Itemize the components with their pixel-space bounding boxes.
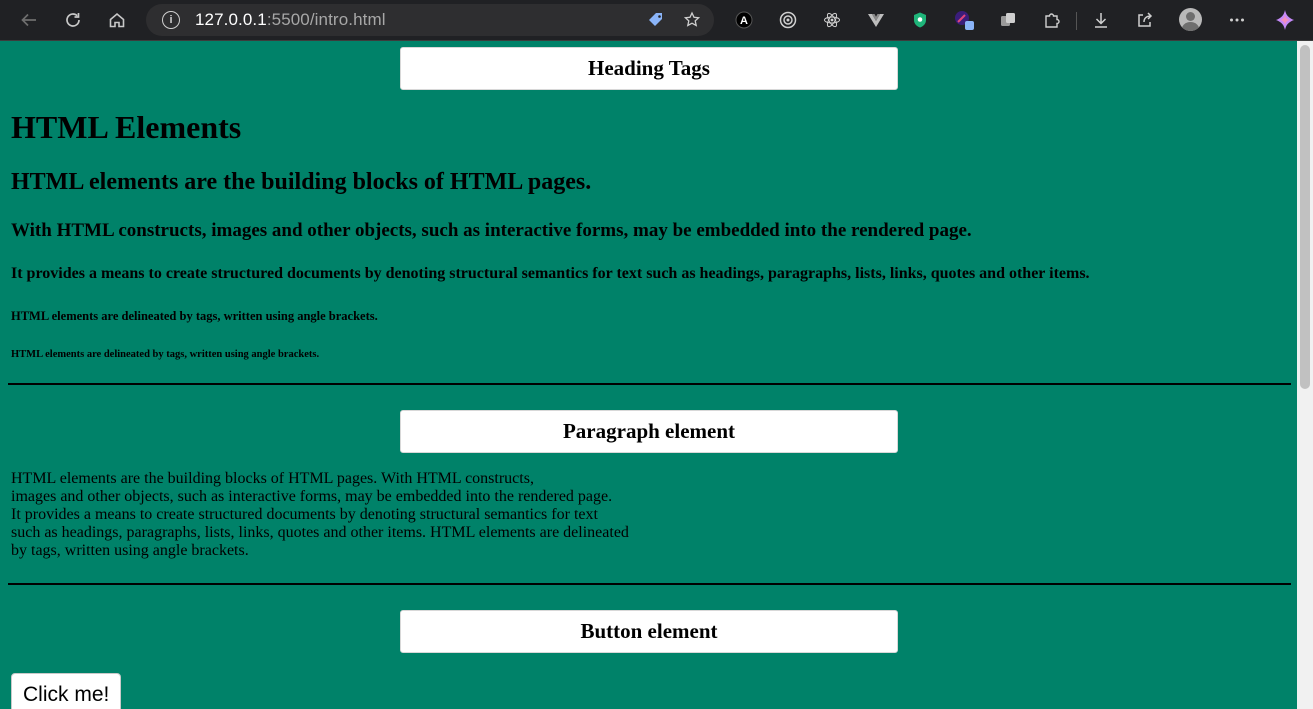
paragraph-text: HTML elements are the building blocks of…	[11, 470, 641, 560]
address-bar[interactable]: i 127.0.0.1:5500/intro.html	[146, 4, 714, 36]
extension-target-icon[interactable]	[776, 8, 800, 32]
heading-h2: HTML elements are the building blocks of…	[11, 169, 592, 195]
tabs-extension-icon[interactable]	[996, 8, 1020, 32]
star-add-icon[interactable]	[682, 10, 702, 30]
back-arrow-icon[interactable]	[15, 6, 43, 34]
shield-extension-icon[interactable]	[908, 8, 932, 32]
paragraph-line: It provides a means to create structured…	[11, 506, 598, 523]
profile-avatar-icon[interactable]	[1179, 8, 1202, 31]
url-text[interactable]: 127.0.0.1:5500/intro.html	[195, 10, 386, 30]
heading-h1: HTML Elements	[11, 109, 242, 145]
paragraph-line: HTML elements are the building blocks of…	[11, 470, 534, 487]
heading-h5: HTML elements are delineated by tags, wr…	[11, 309, 378, 323]
url-path: :5500/intro.html	[266, 10, 386, 29]
heading-tags-title: Heading Tags	[400, 47, 898, 90]
tag-icon[interactable]	[646, 10, 666, 30]
extension-a-icon[interactable]: A	[732, 8, 756, 32]
click-me-button[interactable]: Click me!	[11, 673, 122, 709]
paragraph-element-title: Paragraph element	[400, 410, 898, 453]
reload-icon[interactable]	[59, 6, 87, 34]
paragraph-line: images and other objects, such as intera…	[11, 488, 613, 505]
paragraph-line: by tags, written using angle brackets.	[11, 542, 249, 559]
color-picker-extension-icon[interactable]	[952, 8, 976, 32]
react-devtools-icon[interactable]	[820, 8, 844, 32]
toolbar-separator	[1076, 12, 1077, 30]
url-host: 127.0.0.1	[195, 10, 267, 29]
scrollbar-thumb[interactable]	[1300, 45, 1310, 389]
section-divider	[8, 583, 1291, 585]
vertical-scrollbar[interactable]	[1297, 41, 1313, 709]
more-menu-icon[interactable]	[1225, 8, 1249, 32]
heading-h3: With HTML constructs, images and other o…	[11, 220, 972, 241]
button-element-title: Button element	[400, 610, 898, 653]
section-divider	[8, 383, 1291, 385]
site-info-icon[interactable]: i	[162, 11, 180, 29]
home-icon[interactable]	[103, 6, 131, 34]
page-content: Heading Tags HTML Elements HTML elements…	[0, 41, 1297, 709]
share-icon[interactable]	[1133, 8, 1157, 32]
svg-text:A: A	[740, 15, 748, 27]
vue-devtools-icon[interactable]	[864, 8, 888, 32]
puzzle-extensions-icon[interactable]	[1040, 8, 1064, 32]
heading-h6: HTML elements are delineated by tags, wr…	[11, 349, 320, 360]
browser-toolbar: i 127.0.0.1:5500/intro.html A	[0, 0, 1313, 41]
heading-h4: It provides a means to create structured…	[11, 265, 1090, 282]
paragraph-line: such as headings, paragraphs, lists, lin…	[11, 524, 629, 541]
download-icon[interactable]	[1089, 8, 1113, 32]
sparkle-ai-icon[interactable]	[1273, 8, 1297, 32]
